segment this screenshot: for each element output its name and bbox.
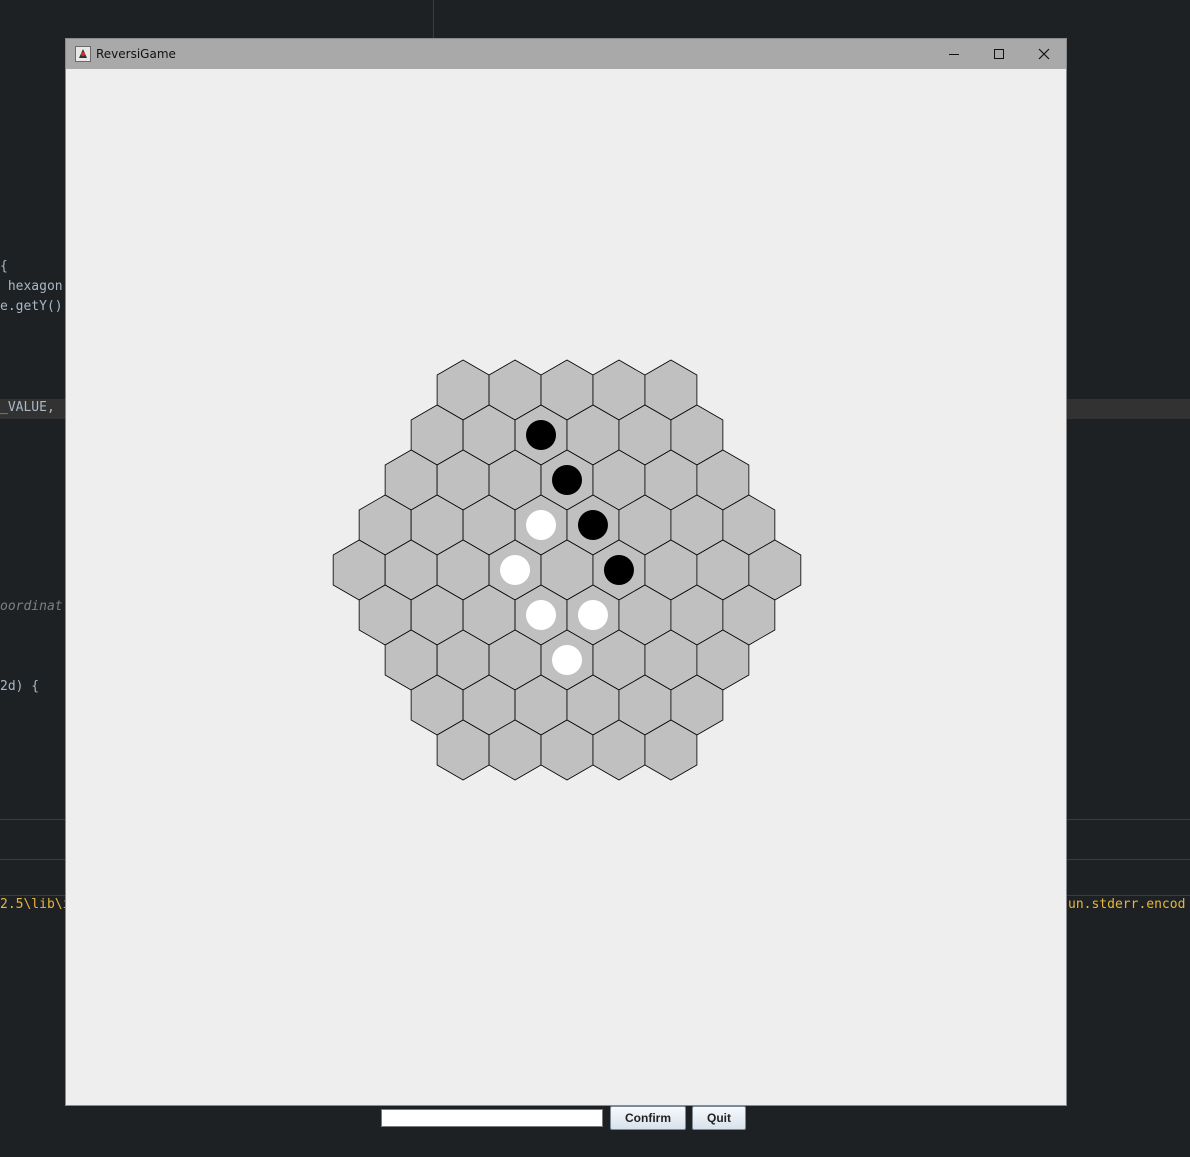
- white-disc: [526, 599, 557, 630]
- hex-board: [332, 359, 802, 781]
- reversi-window: ReversiGame Confirm Quit: [65, 38, 1067, 1130]
- quit-button[interactable]: Quit: [692, 1106, 746, 1130]
- white-disc: [500, 555, 531, 585]
- code-fragment: {: [0, 259, 8, 274]
- code-fragment: oordinat: [0, 599, 63, 614]
- console-fragment: 2.5\lib\i: [0, 897, 71, 912]
- maximize-icon: [993, 49, 1004, 59]
- code-fragment: e.getY(): [0, 299, 63, 314]
- code-fragment: hexagon: [0, 279, 63, 294]
- black-disc: [526, 420, 557, 451]
- minimize-icon: [948, 54, 959, 55]
- title-bar[interactable]: ReversiGame: [66, 39, 1066, 69]
- black-disc: [552, 465, 582, 496]
- game-panel: Confirm Quit: [66, 69, 1066, 1130]
- black-disc: [603, 555, 634, 585]
- window-title: ReversiGame: [96, 47, 176, 61]
- console-fragment: un.stderr.encod: [1068, 897, 1186, 912]
- minimize-button[interactable]: [931, 39, 976, 69]
- code-fragment: 2d) {: [0, 679, 40, 694]
- white-disc: [526, 510, 557, 541]
- close-icon: [1038, 48, 1049, 60]
- java-duke-icon: [75, 46, 91, 62]
- close-button[interactable]: [1021, 39, 1066, 69]
- maximize-button[interactable]: [976, 39, 1021, 69]
- white-disc: [552, 644, 582, 675]
- confirm-button[interactable]: Confirm: [610, 1106, 686, 1130]
- code-fragment: _VALUE,: [0, 400, 55, 415]
- white-disc: [577, 599, 608, 630]
- black-disc: [577, 510, 608, 541]
- move-input[interactable]: [381, 1109, 603, 1127]
- ide-divider: [433, 0, 434, 38]
- control-bar: Confirm Quit: [381, 1105, 752, 1131]
